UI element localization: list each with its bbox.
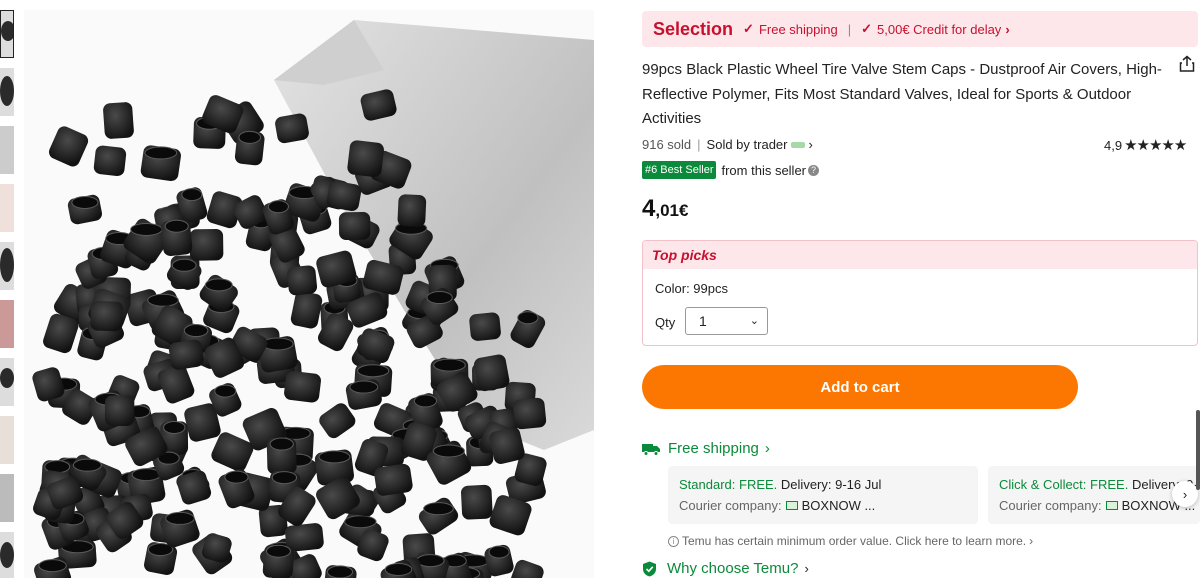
share-icon[interactable] [1178,55,1196,73]
courier-name: BOXNOW ... [801,498,876,513]
chevron-right-icon: › [1005,21,1010,37]
top-picks-header: Top picks [643,241,1197,269]
credit-text: 5,00€ Credit for delay [877,21,1002,37]
rating[interactable]: 4,9 ★★★★★ [1104,136,1187,154]
shipping-option-name: Click & Collect: [999,477,1087,492]
selection-banner[interactable]: Selection ✓ Free shipping | ✓ 5,00€ Cred… [642,11,1198,47]
shipping-option-standard[interactable]: Standard: FREE. Delivery: 9-16 Jul Couri… [668,466,978,524]
bestseller-row: #6 Best Seller from this seller ? [642,161,820,179]
valve-caps-illustration [24,10,594,578]
qty-label: Qty [655,315,676,330]
top-picks-box: Top picks Color: 99pcs Qty 1 ⌄ [642,240,1198,346]
chevron-down-icon: ⌄ [749,315,759,327]
shield-check-icon [643,561,656,576]
chevron-right-icon: › [808,137,813,152]
thumbnail[interactable] [0,358,14,406]
page-scrollbar[interactable] [1196,410,1200,490]
thumbnail[interactable] [0,474,14,522]
thumbnail[interactable] [0,242,14,290]
check-icon: ✓ [861,21,873,36]
thumbnail[interactable] [0,532,14,578]
thumbnail[interactable] [0,300,14,348]
chevron-right-icon: › [764,440,770,457]
shipping-carousel-next-button[interactable]: › [1172,481,1198,507]
courier-label: Courier company: [999,498,1102,513]
from-seller-text: from this seller [721,162,807,178]
quantity-select[interactable]: 1 ⌄ [685,307,768,335]
thumbnail[interactable] [0,10,14,58]
thumbnail[interactable] [0,416,14,464]
shipping-option-delivery: Delivery: 9-16 Jul [780,477,882,492]
add-to-cart-button[interactable]: Add to cart [642,365,1078,409]
bestseller-badge: #6 Best Seller [642,161,717,179]
why-choose-temu-link[interactable]: Why choose Temu? › [642,560,809,577]
thumbnail[interactable] [0,68,14,116]
main-product-image[interactable] [24,10,594,578]
free-shipping-text: Free shipping [758,21,838,37]
divider: | [697,137,701,152]
star-rating-icon: ★★★★★ [1124,137,1187,154]
info-icon: i [668,535,679,547]
rating-value: 4,9 [1104,137,1123,153]
why-choose-text: Why choose Temu? [667,560,799,577]
min-order-text: Temu has certain minimum order value. Cl… [682,534,1027,548]
sold-count: 916 sold [642,137,692,152]
separator: | [847,21,852,37]
color-selection: Color: 99pcs [655,281,728,296]
truck-icon [642,443,660,456]
shipping-option-status: FREE. [739,477,778,492]
min-order-note[interactable]: i Temu has certain minimum order value. … [668,534,1033,548]
credit-tag[interactable]: ✓ 5,00€ Credit for delay › [861,21,1015,37]
shipping-option-name: Standard: [679,477,736,492]
price-main: 4 [642,195,656,222]
seller-badge-icon [791,141,806,148]
thumbnail[interactable] [0,184,14,232]
sales-meta: 916 sold | Sold by trader › [642,137,813,152]
thumbnail-strip [0,0,14,578]
check-icon: ✓ [743,21,754,36]
help-icon[interactable]: ? [808,164,820,176]
chevron-right-icon: › [804,561,809,576]
shipping-option-status: FREE. [1090,477,1129,492]
product-title: 99pcs Black Plastic Wheel Tire Valve Ste… [642,61,1162,127]
thumbnail[interactable] [0,126,14,174]
price: 4,01€ [642,195,688,223]
free-shipping-link[interactable]: Free shipping › [642,440,770,457]
boxnow-icon [1105,501,1118,510]
top-picks-title: Top picks [652,247,717,263]
seller-link[interactable]: Sold by trader [707,137,788,152]
boxnow-icon [785,501,798,510]
shipping-option-click-collect[interactable]: Click & Collect: FREE. Delivery: 9- Cour… [988,466,1200,524]
selection-title: Selection [653,18,734,39]
courier-label: Courier company: [679,498,782,513]
price-decimals: ,01€ [655,201,689,220]
chevron-right-icon: › [1182,486,1188,502]
free-shipping-label: Free shipping [668,440,759,457]
free-shipping-tag: ✓ Free shipping [743,21,838,37]
chevron-right-icon: › [1029,534,1034,548]
quantity-value: 1 [699,313,707,329]
